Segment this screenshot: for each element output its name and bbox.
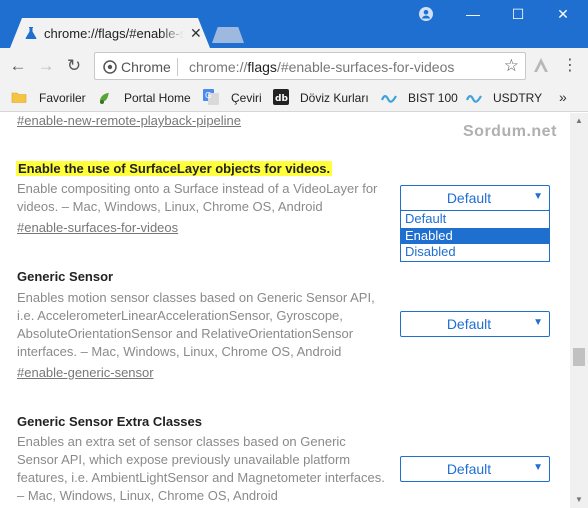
close-window-button[interactable]: ✕ <box>551 4 575 24</box>
dropdown-option-enabled[interactable]: Enabled <box>401 227 549 244</box>
translate-icon: G <box>203 89 219 105</box>
tab-close-button[interactable]: ✕ <box>190 25 202 41</box>
select-dropdown-list: Default Enabled Disabled <box>400 210 550 262</box>
bookmark-bist-100[interactable]: BIST 100 <box>408 91 458 105</box>
bookmarks-overflow-button[interactable]: » <box>559 89 567 105</box>
browser-tab[interactable]: chrome://flags/#enable-surfaces-for-vide… <box>10 18 210 48</box>
chart-wave-icon <box>466 95 482 103</box>
flag-anchor-link[interactable]: #enable-surfaces-for-videos <box>17 220 178 235</box>
bookmark-favoriler[interactable]: Favoriler <box>39 91 86 105</box>
db-icon: db <box>273 89 289 105</box>
flag-anchor-link[interactable]: #enable-generic-sensor <box>17 365 154 380</box>
bookmark-ceviri[interactable]: Çeviri <box>231 91 262 105</box>
bookmark-usdtry[interactable]: USDTRY <box>493 91 542 105</box>
menu-button[interactable]: ⋮ <box>560 56 580 76</box>
bookmark-doviz-kurlari[interactable]: Döviz Kurları <box>300 91 369 105</box>
flag-select[interactable]: Default ▼ <box>400 311 550 337</box>
flag-title: Enable the use of SurfaceLayer objects f… <box>16 161 333 176</box>
dropdown-option-default[interactable]: Default <box>401 211 549 228</box>
bookmarks-bar: Favoriler Portal Home G Çeviri db Döviz … <box>0 84 588 112</box>
watermark: Sordum.net <box>463 123 557 140</box>
flag-description: Enable compositing onto a Surface instea… <box>17 181 378 214</box>
flag-description: Enables an extra set of sensor classes b… <box>17 434 385 503</box>
bookmark-star-icon[interactable]: ☆ <box>504 56 519 76</box>
folder-icon <box>11 92 27 103</box>
minimize-button[interactable]: — <box>461 4 485 24</box>
bookmark-portal-home[interactable]: Portal Home <box>124 91 191 105</box>
select-value: Default <box>446 190 492 206</box>
flags-page: #enable-new-remote-playback-pipeline Sor… <box>0 113 570 508</box>
url-text[interactable]: chrome://flags/#enable-surfaces-for-vide… <box>189 59 454 75</box>
select-value: Default <box>446 461 492 477</box>
svg-text:G: G <box>205 91 211 100</box>
back-button[interactable]: ← <box>8 56 28 76</box>
reload-button[interactable]: ↻ <box>64 56 84 76</box>
tab-title: chrome://flags/#enable-surfaces-for-vide… <box>44 26 184 42</box>
chevron-down-icon: ▼ <box>533 317 543 328</box>
flag-title: Generic Sensor Extra Classes <box>17 414 202 429</box>
portal-icon <box>100 93 109 104</box>
forward-button[interactable]: → <box>36 56 56 76</box>
maximize-button[interactable]: ☐ <box>506 4 530 24</box>
select-value: Default <box>446 316 492 332</box>
flag-description: Enables motion sensor classes based on G… <box>17 290 375 359</box>
chart-wave-icon <box>381 95 397 103</box>
omnibox-chrome-label: Chrome <box>121 59 171 75</box>
flag-select[interactable]: Default ▼ <box>400 456 550 482</box>
omnibox-separator <box>177 58 178 76</box>
title-bar: chrome://flags/#enable-surfaces-for-vide… <box>0 0 588 48</box>
flask-icon <box>25 27 37 39</box>
chevron-down-icon: ▼ <box>533 191 543 202</box>
profile-icon[interactable] <box>419 7 433 21</box>
flag-title: Generic Sensor <box>17 269 114 284</box>
scrollbar-thumb[interactable] <box>573 348 585 366</box>
vertical-scrollbar[interactable]: ▲ ▼ <box>570 113 588 508</box>
flag-select[interactable]: Default ▼ <box>400 185 550 211</box>
dropdown-option-disabled[interactable]: Disabled <box>401 244 549 261</box>
chevron-down-icon: ▼ <box>533 462 543 473</box>
address-bar[interactable]: Chrome chrome://flags/#enable-surfaces-f… <box>94 52 526 80</box>
previous-flag-link[interactable]: #enable-new-remote-playback-pipeline <box>17 113 241 128</box>
chrome-page-icon <box>103 60 117 74</box>
scroll-up-arrow[interactable]: ▲ <box>570 113 588 129</box>
svg-text:db: db <box>275 94 288 104</box>
browser-toolbar: ← → ↻ Chrome chrome://flags/#enable-surf… <box>0 48 588 84</box>
scroll-down-arrow[interactable]: ▼ <box>570 492 588 508</box>
extension-icon[interactable] <box>532 56 550 74</box>
new-tab-button[interactable] <box>212 27 244 43</box>
